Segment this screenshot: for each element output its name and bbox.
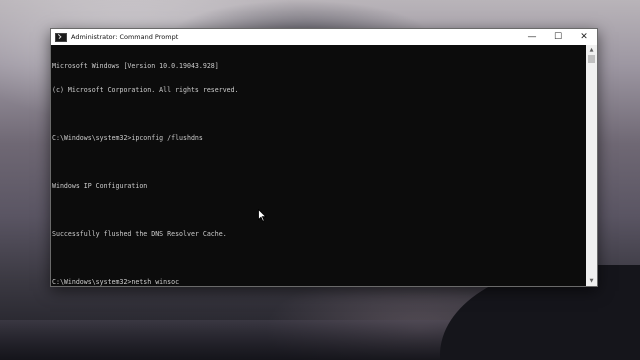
console-line: ​ — [52, 158, 586, 166]
window-titlebar[interactable]: Administrator: Command Prompt — ☐ ✕ — [51, 29, 597, 45]
close-button[interactable]: ✕ — [571, 29, 597, 45]
console-line: C:\Windows\system32>ipconfig /flushdns — [52, 134, 203, 142]
console-line: ​ — [52, 254, 586, 262]
window-title: Administrator: Command Prompt — [71, 33, 179, 41]
console-line: Microsoft Windows [Version 10.0.19043.92… — [52, 62, 219, 70]
window-controls: — ☐ ✕ — [519, 29, 597, 45]
close-icon: ✕ — [580, 32, 588, 42]
console-line: (c) Microsoft Corporation. All rights re… — [52, 86, 239, 94]
maximize-button[interactable]: ☐ — [545, 29, 571, 45]
console-line: ​ — [52, 110, 586, 118]
console-line: ​ — [52, 206, 586, 214]
chevron-up-icon: ▲ — [589, 47, 594, 53]
maximize-icon: ☐ — [553, 32, 563, 42]
scroll-thumb[interactable] — [588, 55, 595, 63]
vertical-scrollbar[interactable]: ▲ ▼ — [586, 45, 597, 286]
console-line: Windows IP Configuration — [52, 182, 148, 190]
scroll-down-button[interactable]: ▼ — [586, 276, 597, 286]
chevron-down-icon: ▼ — [589, 278, 594, 284]
scroll-up-button[interactable]: ▲ — [586, 45, 597, 55]
console-line: Successfully flushed the DNS Resolver Ca… — [52, 230, 227, 238]
console-output[interactable]: Microsoft Windows [Version 10.0.19043.92… — [51, 45, 586, 286]
console-command-line[interactable]: C:\Windows\system32>netsh winsoc — [52, 278, 586, 286]
command-prompt-window[interactable]: Administrator: Command Prompt — ☐ ✕ Micr… — [50, 28, 598, 287]
minimize-icon: — — [527, 32, 537, 42]
minimize-button[interactable]: — — [519, 29, 545, 45]
console-icon — [55, 32, 67, 42]
